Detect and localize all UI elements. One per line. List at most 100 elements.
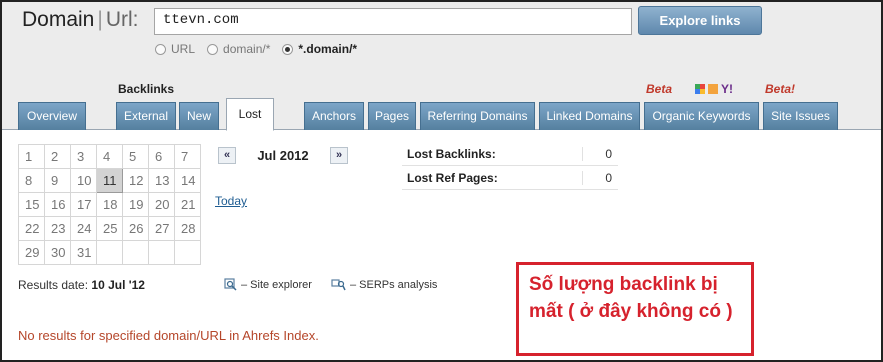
- site-explorer-icon: [224, 278, 237, 291]
- stat-label: Lost Backlinks:: [407, 146, 496, 161]
- radio-url-label: URL: [171, 42, 196, 56]
- serps-analysis-label: – SERPs analysis: [350, 278, 438, 291]
- calendar-day[interactable]: 24: [70, 216, 97, 241]
- lost-stats-table: Lost Backlinks: 0 Lost Ref Pages: 0: [402, 142, 618, 190]
- calendar-week: 15 16 17 18 19 20 21: [18, 192, 201, 217]
- stat-row-lost-backlinks: Lost Backlinks: 0: [402, 142, 618, 166]
- calendar-grid: 1 2 3 4 5 6 7 8 9 10 11 12 13 14 15 16 17 18 19 20 21 22 23 24 2…: [18, 144, 201, 265]
- tab-new[interactable]: New: [179, 102, 219, 130]
- tab-external[interactable]: External: [116, 102, 176, 130]
- brand-title: Domain | Url:: [22, 8, 139, 32]
- brand-url: Url:: [105, 8, 139, 31]
- stat-value: 0: [582, 146, 618, 161]
- calendar-day[interactable]: 9: [44, 168, 71, 193]
- calendar-day[interactable]: 31: [70, 240, 97, 265]
- yahoo-icon: Y!: [721, 82, 733, 96]
- radio-domain[interactable]: domain/*: [207, 42, 270, 56]
- top-panel: Domain | Url: ttevn.com Explore links URL …: [2, 2, 881, 131]
- calendar-day[interactable]: 2: [44, 144, 71, 169]
- calendar-day[interactable]: 28: [174, 216, 201, 241]
- calendar-day[interactable]: 20: [148, 192, 175, 217]
- radio-subdomains-label: *.domain/*: [298, 42, 358, 56]
- calendar-day[interactable]: 23: [44, 216, 71, 241]
- radio-url[interactable]: URL: [155, 42, 195, 56]
- backlinks-group-label: Backlinks: [118, 82, 175, 96]
- search-engine-icons: Y!: [695, 82, 733, 96]
- month-label: Jul 2012: [257, 148, 309, 163]
- results-date-label: Results date:: [18, 278, 89, 292]
- calendar-day[interactable]: 29: [18, 240, 45, 265]
- calendar-day[interactable]: 4: [96, 144, 123, 169]
- serps-analysis-icon: [331, 279, 346, 291]
- calendar-day[interactable]: 27: [148, 216, 175, 241]
- calendar-day[interactable]: 14: [174, 168, 201, 193]
- scope-radio-group: URL domain/* *.domain/*: [155, 42, 357, 56]
- month-navigator: « Jul 2012 »: [218, 147, 348, 164]
- calendar-day[interactable]: 12: [122, 168, 149, 193]
- calendar-day[interactable]: 15: [18, 192, 45, 217]
- google-icon: [695, 84, 705, 94]
- calendar-day[interactable]: 19: [122, 192, 149, 217]
- brand-domain: Domain: [22, 8, 95, 31]
- calendar-empty-cell: [174, 240, 201, 265]
- results-date: Results date: 10 Jul '12: [18, 278, 145, 292]
- calendar-day[interactable]: 13: [148, 168, 175, 193]
- calendar-week: 22 23 24 25 26 27 28: [18, 216, 201, 241]
- radio-subdomains-dot[interactable]: [282, 43, 294, 55]
- calendar-empty-cell: [96, 240, 123, 265]
- calendar-day[interactable]: 26: [122, 216, 149, 241]
- calendar-day[interactable]: 11: [96, 168, 123, 193]
- calendar-day[interactable]: 25: [96, 216, 123, 241]
- beta-label: Beta: [646, 82, 673, 96]
- bing-icon: [708, 84, 718, 94]
- calendar-day[interactable]: 3: [70, 144, 97, 169]
- results-date-value: 10 Jul '12: [91, 278, 145, 292]
- calendar-day[interactable]: 6: [148, 144, 175, 169]
- calendar-day[interactable]: 17: [70, 192, 97, 217]
- calendar-day[interactable]: 16: [44, 192, 71, 217]
- stat-label: Lost Ref Pages:: [407, 170, 498, 185]
- tab-organic-keywords[interactable]: Organic Keywords: [644, 102, 759, 130]
- calendar-week: 1234567: [18, 144, 201, 169]
- calendar-week: 8 9 10 11 12 13 14: [18, 168, 201, 193]
- calendar-day[interactable]: 18: [96, 192, 123, 217]
- next-month-button[interactable]: »: [330, 147, 348, 164]
- calendar-day[interactable]: 10: [70, 168, 97, 193]
- calendar-day[interactable]: 30: [44, 240, 71, 265]
- calendar-day[interactable]: 22: [18, 216, 45, 241]
- tab-pages[interactable]: Pages: [368, 102, 416, 130]
- no-results-message: No results for specified domain/URL in A…: [18, 328, 319, 343]
- app-frame: Domain | Url: ttevn.com Explore links URL …: [0, 0, 883, 362]
- calendar-day[interactable]: 21: [174, 192, 201, 217]
- calendar-empty-cell: [148, 240, 175, 265]
- tab-lost[interactable]: Lost: [226, 98, 274, 131]
- tab-bar: Overview External New Lost Anchors Pages…: [2, 98, 881, 131]
- calendar-week: 29 30 31: [18, 240, 201, 265]
- radio-subdomains[interactable]: *.domain/*: [282, 42, 357, 56]
- brand-separator: |: [97, 8, 103, 31]
- explore-links-button[interactable]: Explore links: [638, 6, 762, 35]
- tab-overview[interactable]: Overview: [18, 102, 86, 130]
- stat-value: 0: [582, 170, 618, 185]
- site-explorer-label: – Site explorer: [241, 278, 312, 291]
- stat-row-lost-ref-pages: Lost Ref Pages: 0: [402, 166, 618, 190]
- radio-url-dot[interactable]: [155, 43, 166, 55]
- radio-domain-label: domain/*: [223, 42, 271, 56]
- tab-referring-domains[interactable]: Referring Domains: [420, 102, 535, 130]
- calendar-empty-cell: [122, 240, 149, 265]
- prev-month-button[interactable]: «: [218, 147, 236, 164]
- url-input[interactable]: ttevn.com: [154, 8, 632, 35]
- radio-domain-dot[interactable]: [207, 43, 219, 55]
- tab-linked-domains[interactable]: Linked Domains: [539, 102, 640, 130]
- calendar-day[interactable]: 1: [18, 144, 45, 169]
- annotation-box: Số lượng backlink bị mất ( ở đây không c…: [516, 262, 754, 356]
- calendar-day[interactable]: 8: [18, 168, 45, 193]
- site-explorer-link[interactable]: – Site explorer: [224, 278, 312, 291]
- calendar-day[interactable]: 7: [174, 144, 201, 169]
- calendar-day[interactable]: 5: [122, 144, 149, 169]
- serps-analysis-link[interactable]: – SERPs analysis: [331, 278, 437, 291]
- today-link[interactable]: Today: [215, 194, 247, 208]
- tab-anchors[interactable]: Anchors: [304, 102, 364, 130]
- tab-site-issues[interactable]: Site Issues: [763, 102, 838, 130]
- beta-label-2: Beta!: [765, 82, 796, 96]
